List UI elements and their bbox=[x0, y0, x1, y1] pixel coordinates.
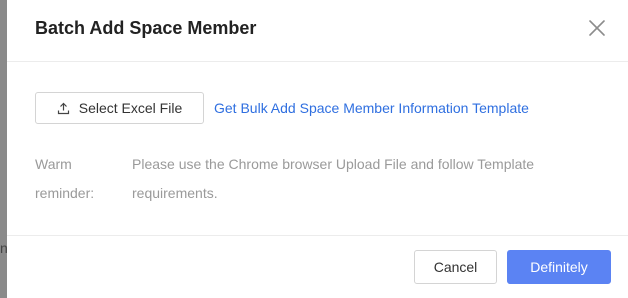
reminder-label: Warm reminder: bbox=[35, 156, 95, 201]
dialog-header: Batch Add Space Member bbox=[7, 0, 628, 62]
download-template-link[interactable]: Get Bulk Add Space Member Information Te… bbox=[214, 100, 529, 116]
cancel-button[interactable]: Cancel bbox=[414, 250, 497, 284]
close-button[interactable] bbox=[587, 18, 607, 38]
confirm-button[interactable]: Definitely bbox=[507, 250, 611, 284]
batch-add-member-dialog: Batch Add Space Member Select Excel File… bbox=[7, 0, 628, 298]
dialog-body: Select Excel File Get Bulk Add Space Mem… bbox=[7, 62, 628, 235]
select-excel-file-button[interactable]: Select Excel File bbox=[35, 92, 204, 124]
dialog-title: Batch Add Space Member bbox=[35, 18, 257, 38]
close-icon bbox=[589, 20, 605, 36]
upload-icon bbox=[57, 102, 69, 114]
reminder-text: Please use the Chrome browser Upload Fil… bbox=[132, 156, 535, 201]
select-excel-file-label: Select Excel File bbox=[78, 100, 183, 116]
dialog-footer: Cancel Definitely bbox=[7, 235, 628, 298]
